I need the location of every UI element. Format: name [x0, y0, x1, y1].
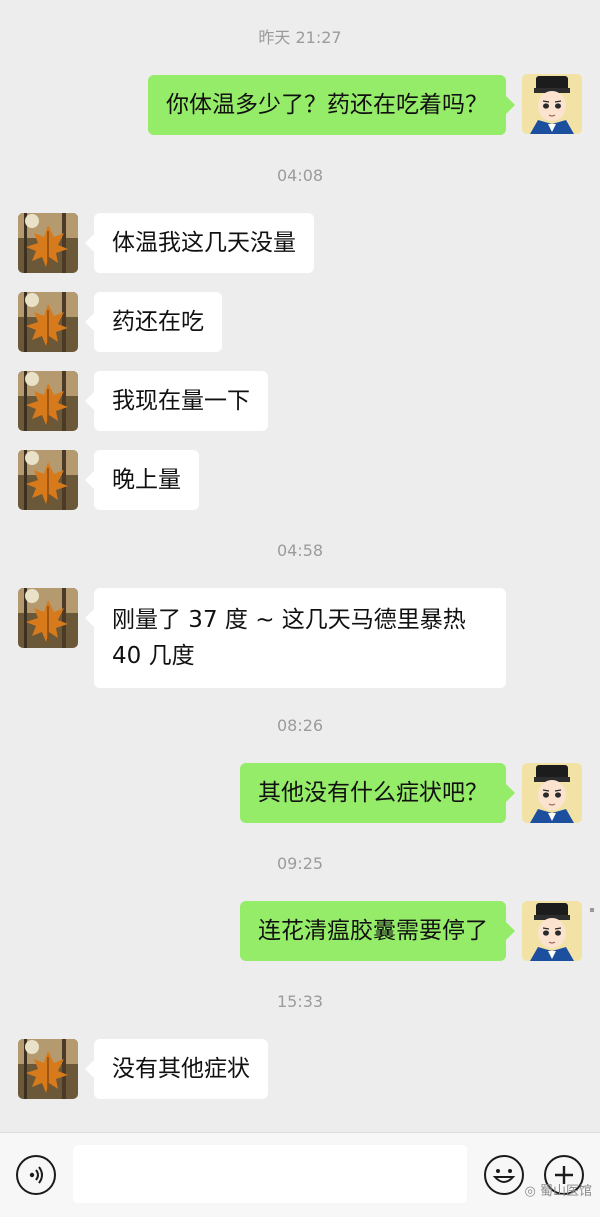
contact-avatar[interactable]	[18, 1039, 78, 1099]
message-bubble-received[interactable]: 体温我这几天没量	[85, 213, 314, 273]
timestamp: 昨天 21:27	[258, 28, 342, 47]
emoji-icon	[492, 1169, 516, 1183]
emoji-button[interactable]	[484, 1155, 524, 1195]
contact-avatar[interactable]	[18, 292, 78, 352]
chat-area[interactable]: 昨天 21:27 你体温多少了？药还在吃着吗？ 04:08 体温我这几天没量 药…	[0, 0, 600, 1130]
maple-leaf-avatar-icon	[18, 588, 78, 648]
message-input[interactable]	[73, 1145, 467, 1203]
timestamp: 15:33	[276, 992, 324, 1011]
message-bubble-received[interactable]: 没有其他症状	[85, 1039, 268, 1099]
maple-leaf-avatar-icon	[18, 371, 78, 431]
cartoon-avatar-icon	[522, 74, 582, 134]
timestamp: 04:08	[276, 166, 324, 185]
message-bubble-received[interactable]: 晚上量	[85, 450, 199, 510]
watermark: ◎ 蜀山医馆	[525, 1180, 593, 1199]
contact-avatar[interactable]	[18, 450, 78, 510]
maple-leaf-avatar-icon	[18, 292, 78, 352]
timestamp: 04:58	[276, 541, 324, 560]
scroll-marker	[590, 908, 594, 912]
my-avatar[interactable]	[522, 901, 582, 961]
message-bubble-sent[interactable]: 其他没有什么症状吧？	[240, 763, 515, 823]
timestamp: 08:26	[276, 716, 324, 735]
input-bar	[0, 1132, 600, 1217]
contact-avatar[interactable]	[18, 371, 78, 431]
voice-icon	[29, 1166, 43, 1184]
maple-leaf-avatar-icon	[18, 450, 78, 510]
contact-avatar[interactable]	[18, 213, 78, 273]
watermark-text: 蜀山医馆	[539, 1184, 592, 1199]
message-bubble-sent[interactable]: 连花清瘟胶囊需要停了	[240, 901, 515, 961]
message-bubble-received[interactable]: 刚量了 37 度 ~ 这几天马德里暴热 40 几度	[85, 588, 506, 688]
my-avatar[interactable]	[522, 74, 582, 134]
cartoon-avatar-icon	[522, 901, 582, 961]
cartoon-avatar-icon	[522, 763, 582, 823]
voice-button[interactable]	[16, 1155, 56, 1195]
maple-leaf-avatar-icon	[18, 213, 78, 273]
message-bubble-received[interactable]: 我现在量一下	[85, 371, 268, 431]
maple-leaf-avatar-icon	[18, 1039, 78, 1099]
timestamp: 09:25	[276, 854, 324, 873]
message-bubble-sent[interactable]: 你体温多少了？药还在吃着吗？	[148, 75, 515, 135]
contact-avatar[interactable]	[18, 588, 78, 648]
wechat-logo-icon: ◎	[524, 1184, 540, 1199]
my-avatar[interactable]	[522, 763, 582, 823]
message-bubble-received[interactable]: 药还在吃	[85, 292, 222, 352]
